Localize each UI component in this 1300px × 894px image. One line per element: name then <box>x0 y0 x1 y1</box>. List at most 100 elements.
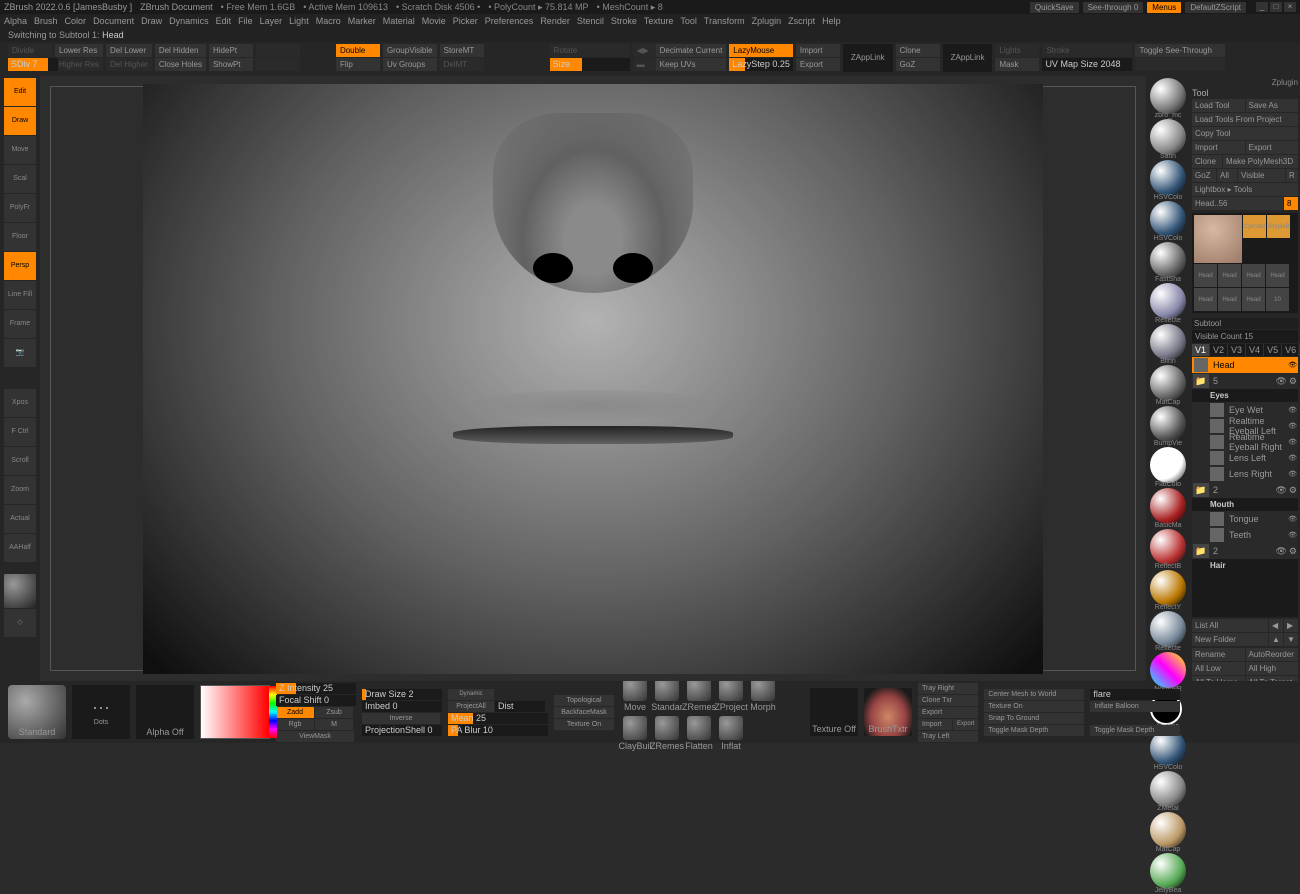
eye-icon[interactable]: 👁 <box>1288 438 1297 446</box>
inflate-icon[interactable]: Inflat <box>716 713 746 751</box>
eye-icon[interactable]: 👁 <box>1275 546 1286 557</box>
menu-stencil[interactable]: Stencil <box>577 16 604 26</box>
material-ball[interactable] <box>1150 406 1186 442</box>
gear-icon[interactable]: ⚙ <box>1289 546 1297 557</box>
menus-button[interactable]: Menus <box>1147 2 1181 13</box>
size-slider[interactable]: Size <box>550 58 630 71</box>
close-holes-button[interactable]: Close Holes <box>155 58 206 71</box>
gear-icon[interactable]: ⚙ <box>1289 376 1297 387</box>
sdiv-slider[interactable]: SDiv 7 <box>8 58 58 71</box>
all-button[interactable]: All <box>1217 169 1237 182</box>
seethrough-slider[interactable]: See-through 0 <box>1083 2 1144 13</box>
keep-uvs-button[interactable]: Keep UVs <box>656 58 727 71</box>
m-button[interactable]: M <box>315 719 353 730</box>
visible-button[interactable]: Visible <box>1238 169 1285 182</box>
eye-icon[interactable]: 👁 <box>1288 454 1297 462</box>
all-low-button[interactable]: All Low <box>1192 662 1245 675</box>
eye-icon[interactable]: 👁 <box>1288 470 1297 478</box>
z-intensity-slider[interactable]: Z Intensity 25 <box>276 683 356 694</box>
flip-button[interactable]: Flip <box>336 58 380 71</box>
menu-brush[interactable]: Brush <box>34 16 58 26</box>
material-ball[interactable] <box>1150 611 1186 647</box>
material-ball[interactable] <box>1150 160 1186 196</box>
subtool-folder[interactable]: 📁2👁⚙ <box>1192 543 1298 559</box>
vis-tab-v1[interactable]: V1 <box>1192 344 1210 356</box>
list-all-button[interactable]: List All <box>1192 619 1268 632</box>
floor-button[interactable]: Floor <box>4 223 36 251</box>
viewmask-button[interactable]: ViewMask <box>276 731 354 742</box>
double-button[interactable]: Double <box>336 44 380 57</box>
camera-icon[interactable]: 📷 <box>4 339 36 367</box>
line-fill-button[interactable]: Line Fill <box>4 281 36 309</box>
eye-icon[interactable]: 👁 <box>1288 515 1297 523</box>
store-mt-button[interactable]: StoreMT <box>440 44 484 57</box>
flatten-icon[interactable]: Flatten <box>684 713 714 751</box>
clone-txr-button[interactable]: Clone Txr <box>918 695 978 706</box>
subtool-item[interactable]: Realtime Eyeball Right👁 <box>1192 434 1298 450</box>
focal-shift-slider[interactable]: Focal Shift 0 <box>276 695 356 706</box>
zoom-button[interactable]: Zoom <box>4 476 36 504</box>
del-hidden-button[interactable]: Del Hidden <box>155 44 206 57</box>
claybuildup-icon[interactable]: ClayBuil <box>620 713 650 751</box>
material-ball[interactable] <box>1150 119 1186 155</box>
xpos-button[interactable]: Xpos <box>4 389 36 417</box>
menu-marker[interactable]: Marker <box>348 16 376 26</box>
material-ball[interactable] <box>1150 529 1186 565</box>
import-button[interactable]: Import <box>796 44 840 57</box>
menu-help[interactable]: Help <box>822 16 841 26</box>
vis-tab-v3[interactable]: V3 <box>1228 344 1246 356</box>
eye-icon[interactable]: 👁 <box>1288 361 1297 369</box>
toggle-mask-depth-button-2[interactable]: Toggle Mask Depth <box>1090 725 1180 736</box>
tool-thumb[interactable]: Head <box>1194 288 1217 311</box>
menu-texture[interactable]: Texture <box>644 16 674 26</box>
minimize-icon[interactable]: _ <box>1256 2 1268 12</box>
menu-picker[interactable]: Picker <box>453 16 478 26</box>
projection-shell-slider[interactable]: ProjectionShell 0 <box>362 725 442 736</box>
zadd-button[interactable]: Zadd <box>276 707 314 718</box>
make-polymesh-button[interactable]: Make PolyMesh3D <box>1223 155 1298 168</box>
edit-mode-button[interactable]: Edit <box>4 78 36 106</box>
menu-document[interactable]: Document <box>93 16 134 26</box>
pa-blur-slider[interactable]: PA Blur 10 <box>448 725 548 736</box>
mask-button[interactable]: Mask <box>995 58 1039 71</box>
gear-icon[interactable]: ⚙ <box>1289 485 1297 496</box>
del-lower-button[interactable]: Del Lower <box>106 44 152 57</box>
tool-thumb[interactable]: 10 <box>1266 288 1289 311</box>
aahalf-button[interactable]: AAHalf <box>4 534 36 562</box>
active-tool-thumb[interactable] <box>1194 215 1242 263</box>
backface-mask-button[interactable]: BackfaceMask <box>554 707 614 718</box>
close-icon[interactable]: × <box>1284 2 1296 12</box>
menu-preferences[interactable]: Preferences <box>485 16 534 26</box>
rename-button[interactable]: Rename <box>1192 648 1245 661</box>
export-tool-button[interactable]: Export <box>1246 141 1299 154</box>
move-button[interactable]: Move <box>4 136 36 164</box>
menu-dynamics[interactable]: Dynamics <box>169 16 209 26</box>
vis-tab-v2[interactable]: V2 <box>1210 344 1228 356</box>
menu-draw[interactable]: Draw <box>141 16 162 26</box>
texture-on-button-2[interactable]: Texture On <box>984 701 1084 712</box>
eye-icon[interactable]: 👁 <box>1288 531 1297 539</box>
vis-tab-v6[interactable]: V6 <box>1282 344 1300 356</box>
cube-icon[interactable]: ◇ <box>4 609 36 637</box>
head-count-slider[interactable]: Head..56 <box>1192 197 1283 210</box>
maximize-icon[interactable]: □ <box>1270 2 1282 12</box>
imbed-slider[interactable]: Imbed 0 <box>362 701 442 712</box>
lazy-mouse-button[interactable]: LazyMouse <box>729 44 793 57</box>
tool-thumb[interactable]: Head <box>1242 288 1265 311</box>
tool-thumb[interactable]: Head <box>1218 288 1241 311</box>
decimate-button[interactable]: Decimate Current <box>656 44 727 57</box>
dynamic-toggle[interactable]: Dynamic <box>448 689 494 700</box>
zsub-button[interactable]: Zsub <box>315 707 353 718</box>
tray-right-button[interactable]: Tray Right <box>918 683 978 694</box>
subtool-item[interactable]: Head👁 <box>1192 357 1298 373</box>
lazy-step-slider[interactable]: LazyStep 0.25 <box>729 58 793 71</box>
vis-tab-v4[interactable]: V4 <box>1246 344 1264 356</box>
draw-size-slider[interactable]: Draw Size 2 <box>362 689 442 700</box>
menu-edit[interactable]: Edit <box>216 16 232 26</box>
load-tool-button[interactable]: Load Tool <box>1192 99 1245 112</box>
lightbox-tools-button[interactable]: Lightbox ▸ Tools <box>1192 183 1298 196</box>
subtool-folder[interactable]: 📁2👁⚙ <box>1192 482 1298 498</box>
clone-tool-button[interactable]: Clone <box>1192 155 1222 168</box>
material-ball[interactable] <box>1150 283 1186 319</box>
material-sphere-icon[interactable] <box>4 574 36 608</box>
